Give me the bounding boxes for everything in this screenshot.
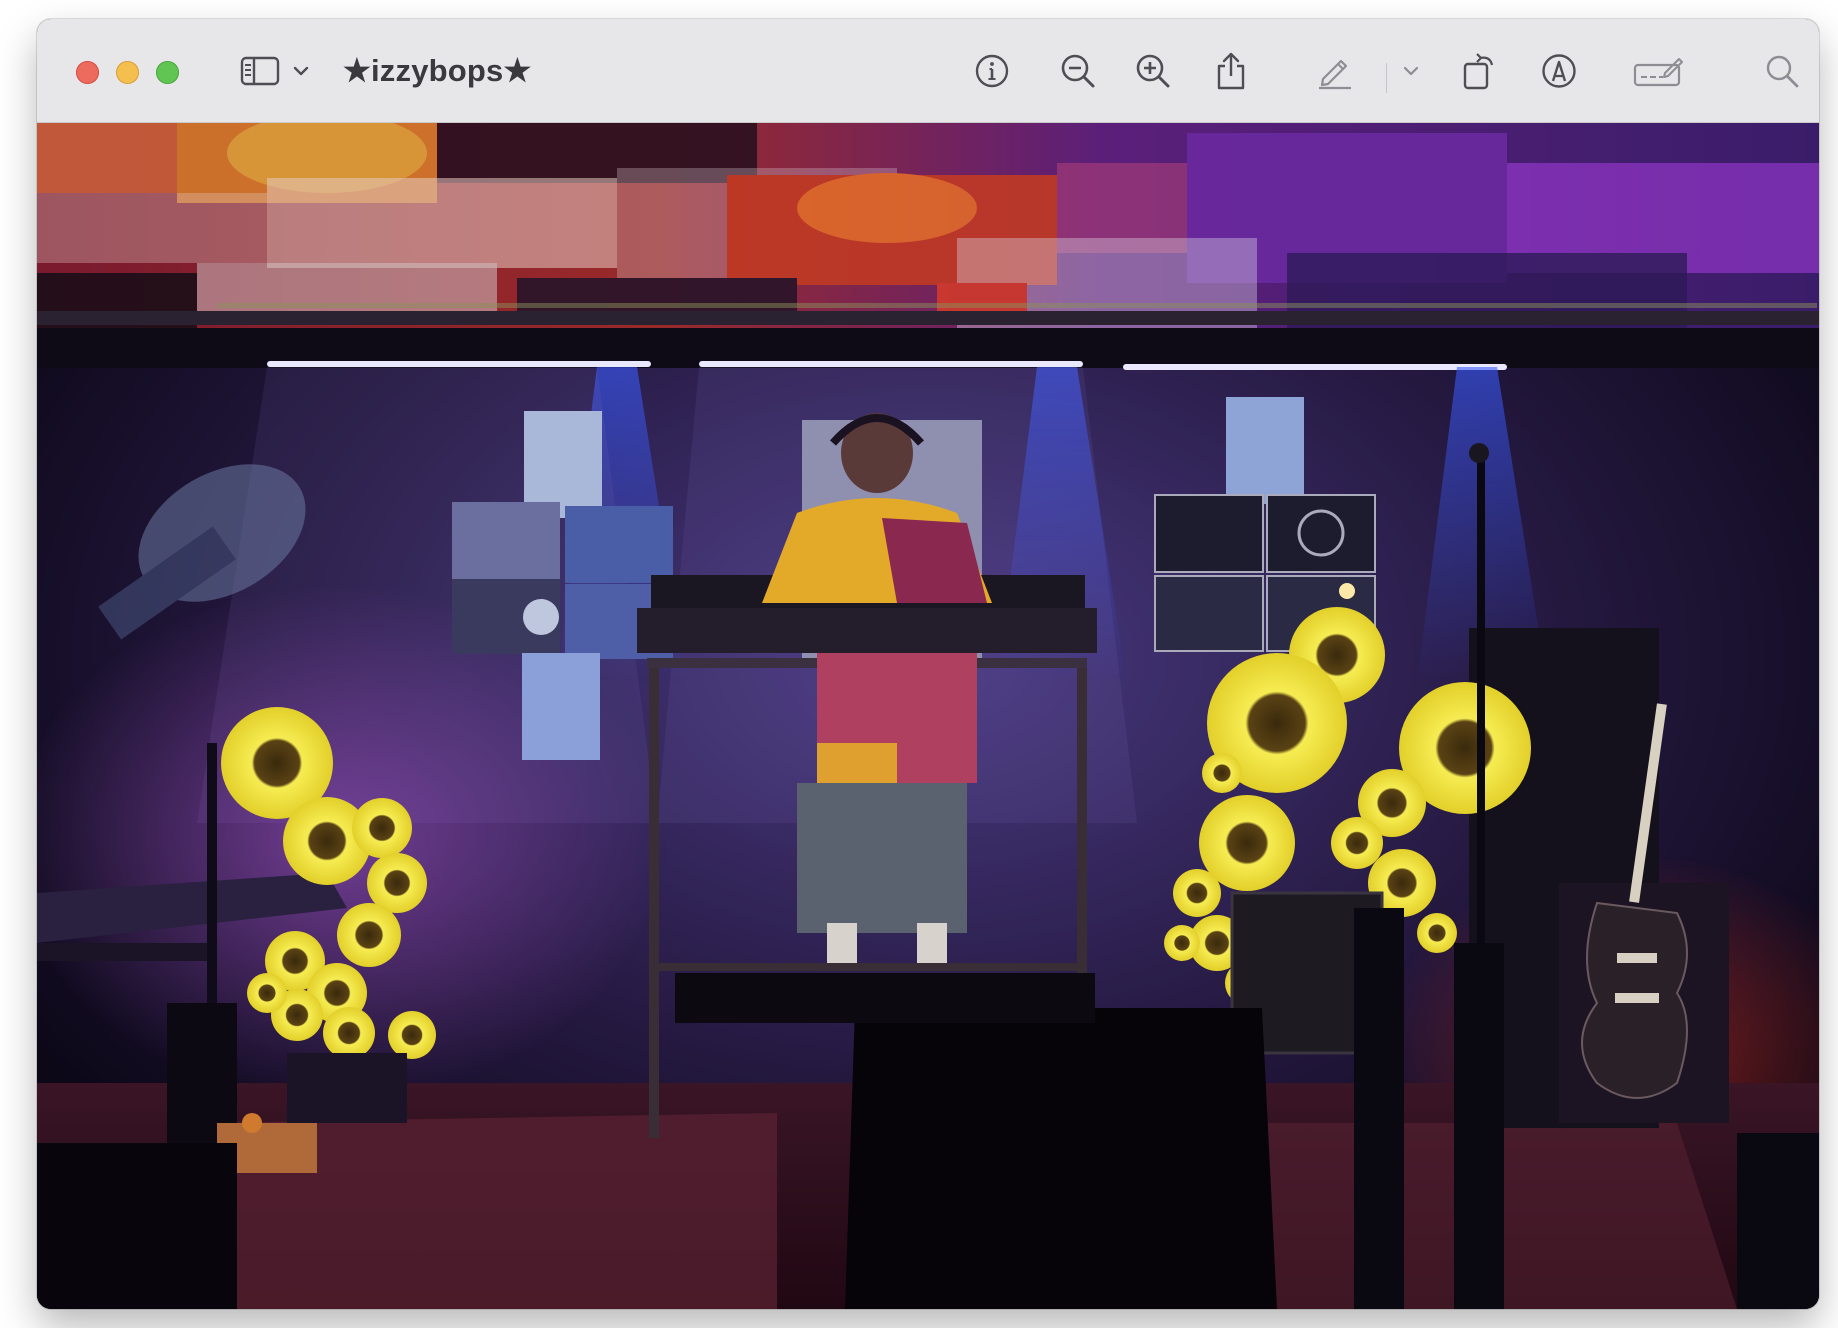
sidebar-icon bbox=[240, 56, 280, 86]
zoom-in-button[interactable] bbox=[1133, 51, 1173, 91]
stage-monitor bbox=[845, 1008, 1277, 1309]
photo-canvas bbox=[37, 123, 1819, 1309]
zoom-window-button[interactable] bbox=[156, 61, 179, 84]
rotate-icon bbox=[1463, 53, 1494, 90]
preview-window: ★izzybops★ bbox=[37, 19, 1819, 1309]
pencil-icon bbox=[1319, 59, 1351, 90]
title-bar: ★izzybops★ bbox=[37, 19, 1819, 123]
concert-photo bbox=[37, 123, 1819, 1309]
signature-button[interactable] bbox=[1630, 51, 1686, 91]
rotate-button[interactable] bbox=[1459, 51, 1499, 91]
markup-menu-button[interactable] bbox=[1399, 51, 1423, 91]
chevron-down-icon bbox=[293, 66, 309, 76]
search-button[interactable] bbox=[1762, 51, 1802, 91]
markup-button[interactable] bbox=[1315, 51, 1355, 91]
chevron-down-icon bbox=[1403, 66, 1419, 76]
zoom-out-icon bbox=[1061, 54, 1095, 88]
search-icon bbox=[1766, 55, 1799, 88]
zoom-in-icon bbox=[1136, 54, 1170, 88]
sidebar-menu-button[interactable] bbox=[289, 51, 313, 91]
sidebar-toggle-button[interactable] bbox=[238, 51, 282, 91]
annotate-button[interactable] bbox=[1539, 51, 1579, 91]
markup-circle-icon bbox=[1542, 54, 1576, 88]
toolbar-separator bbox=[1386, 63, 1387, 93]
share-button[interactable] bbox=[1211, 51, 1251, 91]
close-window-button[interactable] bbox=[76, 61, 99, 84]
zoom-out-button[interactable] bbox=[1058, 51, 1098, 91]
info-icon bbox=[975, 54, 1009, 88]
window-title: ★izzybops★ bbox=[343, 53, 532, 88]
minimize-window-button[interactable] bbox=[116, 61, 139, 84]
share-icon bbox=[1217, 52, 1245, 90]
signature-icon bbox=[1633, 58, 1683, 87]
info-button[interactable] bbox=[972, 51, 1012, 91]
